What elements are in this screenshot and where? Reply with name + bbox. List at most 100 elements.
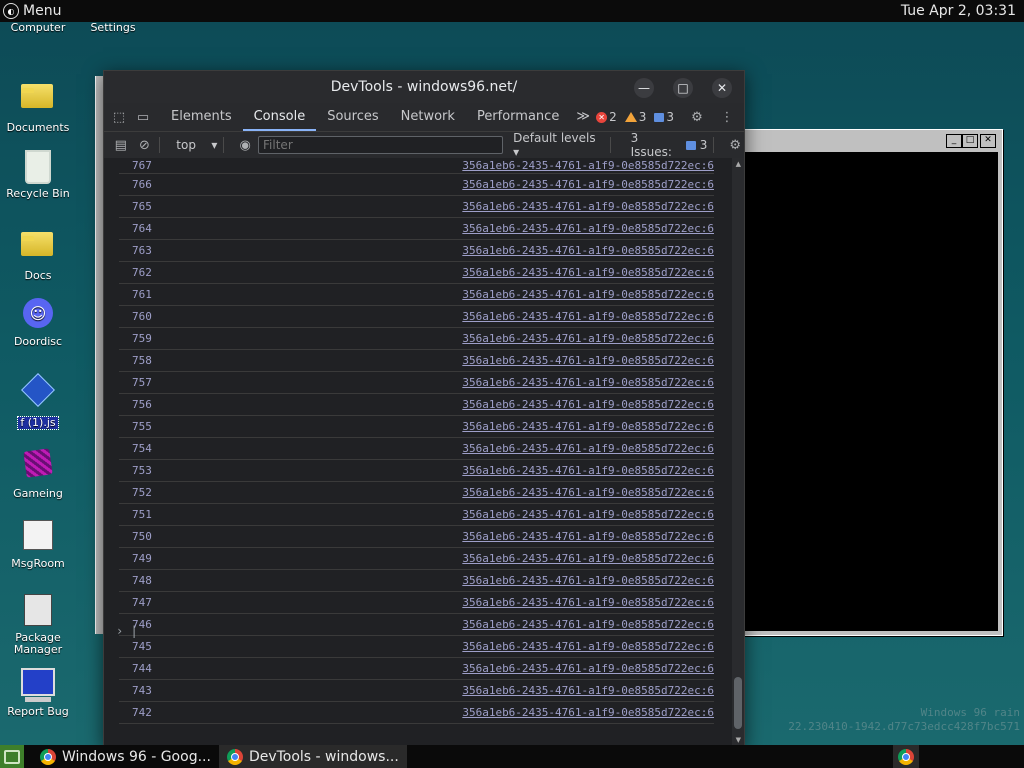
close-button[interactable]: ✕ bbox=[712, 78, 732, 98]
source-link[interactable]: 356a1eb6-2435-4761-a1f9-0e8585d722ec:6 bbox=[462, 354, 714, 367]
tray-chrome-icon[interactable] bbox=[893, 745, 919, 768]
settings-gear-icon[interactable]: ⚙ bbox=[688, 108, 706, 126]
console-scrollbar[interactable]: ▲ ▼ bbox=[732, 158, 744, 746]
warnings-badge[interactable]: 3 bbox=[624, 110, 647, 124]
minimize-icon[interactable]: _ bbox=[946, 134, 962, 148]
js-file-icon bbox=[21, 373, 55, 412]
desktop-icon-gameing[interactable]: Gameing bbox=[0, 446, 76, 500]
menu-label: Menu bbox=[23, 3, 62, 19]
close-icon[interactable]: ✕ bbox=[980, 134, 996, 148]
log-message: 753 bbox=[132, 464, 152, 477]
desktop-icon-js-file[interactable]: f (1).js bbox=[0, 372, 76, 430]
background-window-titlebar[interactable]: _ □ ✕ bbox=[736, 130, 1002, 152]
issues-button[interactable]: 3 Issues: 3 bbox=[631, 131, 708, 159]
tab-elements[interactable]: Elements bbox=[160, 103, 243, 131]
console-prompt[interactable]: › | bbox=[116, 624, 138, 638]
desktop-icon-docs[interactable]: Docs bbox=[0, 224, 76, 282]
console-log-row: 746 356a1eb6-2435-4761-a1f9-0e8585d722ec:… bbox=[119, 614, 714, 636]
source-link[interactable]: 356a1eb6-2435-4761-a1f9-0e8585d722ec:6 bbox=[462, 640, 714, 653]
device-toolbar-icon[interactable]: ▭ bbox=[134, 108, 152, 126]
scrollbar-thumb[interactable] bbox=[734, 677, 742, 729]
scroll-down-arrow-icon[interactable]: ▼ bbox=[736, 736, 741, 744]
tab-sources[interactable]: Sources bbox=[316, 103, 389, 131]
source-link[interactable]: 356a1eb6-2435-4761-a1f9-0e8585d722ec:6 bbox=[462, 420, 714, 433]
more-options-icon[interactable]: ⋮ bbox=[718, 108, 736, 126]
sidebar-toggle-icon[interactable]: ▤ bbox=[112, 136, 130, 154]
maximize-button[interactable]: □ bbox=[673, 78, 693, 98]
source-link[interactable]: 356a1eb6-2435-4761-a1f9-0e8585d722ec:6 bbox=[462, 159, 714, 172]
source-link[interactable]: 356a1eb6-2435-4761-a1f9-0e8585d722ec:6 bbox=[462, 706, 714, 719]
live-expression-eye-icon[interactable]: ◉ bbox=[236, 136, 254, 154]
source-link[interactable]: 356a1eb6-2435-4761-a1f9-0e8585d722ec:6 bbox=[462, 684, 714, 697]
context-selector[interactable]: top ▾ bbox=[176, 138, 217, 152]
more-tabs-chevron-icon[interactable]: ≫ bbox=[570, 103, 596, 131]
source-link[interactable]: 356a1eb6-2435-4761-a1f9-0e8585d722ec:6 bbox=[462, 618, 714, 631]
source-link[interactable]: 356a1eb6-2435-4761-a1f9-0e8585d722ec:6 bbox=[462, 508, 714, 521]
source-link[interactable]: 356a1eb6-2435-4761-a1f9-0e8585d722ec:6 bbox=[462, 222, 714, 235]
taskbar-item-chrome-windows96[interactable]: Windows 96 - Goog... bbox=[32, 745, 219, 768]
maximize-icon[interactable]: □ bbox=[962, 134, 978, 148]
log-message: 765 bbox=[132, 200, 152, 213]
desktop-icon-settings[interactable]: Settings bbox=[75, 22, 151, 34]
log-message: 759 bbox=[132, 332, 152, 345]
window-title: DevTools - windows96.net/ bbox=[330, 79, 518, 95]
source-link[interactable]: 356a1eb6-2435-4761-a1f9-0e8585d722ec:6 bbox=[462, 530, 714, 543]
source-link[interactable]: 356a1eb6-2435-4761-a1f9-0e8585d722ec:6 bbox=[462, 662, 714, 675]
info-badge[interactable]: 3 bbox=[654, 110, 674, 124]
package-icon bbox=[21, 594, 55, 628]
clock: Tue Apr 2, 03:31 bbox=[900, 3, 1016, 19]
source-link[interactable]: 356a1eb6-2435-4761-a1f9-0e8585d722ec:6 bbox=[462, 200, 714, 213]
log-levels-dropdown[interactable]: Default levels ▾ bbox=[513, 131, 603, 159]
source-link[interactable]: 356a1eb6-2435-4761-a1f9-0e8585d722ec:6 bbox=[462, 376, 714, 389]
source-link[interactable]: 356a1eb6-2435-4761-a1f9-0e8585d722ec:6 bbox=[462, 310, 714, 323]
devtools-titlebar[interactable]: DevTools - windows96.net/ — □ ✕ bbox=[104, 71, 744, 103]
terminal-area[interactable] bbox=[742, 152, 998, 631]
source-link[interactable]: 356a1eb6-2435-4761-a1f9-0e8585d722ec:6 bbox=[462, 332, 714, 345]
inspect-element-icon[interactable]: ⬚ bbox=[110, 108, 128, 126]
source-link[interactable]: 356a1eb6-2435-4761-a1f9-0e8585d722ec:6 bbox=[462, 464, 714, 477]
console-toolbar: ▤ ⊘ top ▾ ◉ Default levels ▾ 3 Issues: 3… bbox=[104, 131, 744, 159]
source-link[interactable]: 356a1eb6-2435-4761-a1f9-0e8585d722ec:6 bbox=[462, 486, 714, 499]
toolbar-divider bbox=[223, 137, 225, 153]
log-message: 763 bbox=[132, 244, 152, 257]
source-link[interactable]: 356a1eb6-2435-4761-a1f9-0e8585d722ec:6 bbox=[462, 398, 714, 411]
menu-button[interactable]: ◐ Menu bbox=[0, 3, 61, 19]
filter-input[interactable] bbox=[258, 136, 504, 154]
desktop-icon-report-bug[interactable]: Report Bug bbox=[0, 668, 76, 718]
console-log-row: 758 356a1eb6-2435-4761-a1f9-0e8585d722ec:… bbox=[119, 350, 714, 372]
console-output[interactable]: 767 356a1eb6-2435-4761-a1f9-0e8585d722ec:… bbox=[104, 158, 732, 746]
warnings-count: 3 bbox=[638, 110, 647, 124]
scroll-up-arrow-icon[interactable]: ▲ bbox=[736, 160, 741, 168]
source-link[interactable]: 356a1eb6-2435-4761-a1f9-0e8585d722ec:6 bbox=[462, 288, 714, 301]
console-log-row: 764 356a1eb6-2435-4761-a1f9-0e8585d722ec:… bbox=[119, 218, 714, 240]
taskbar-item-devtools[interactable]: DevTools - windows... bbox=[218, 745, 407, 768]
tab-network[interactable]: Network bbox=[390, 103, 466, 131]
console-settings-gear-icon[interactable]: ⚙ bbox=[726, 136, 744, 154]
source-link[interactable]: 356a1eb6-2435-4761-a1f9-0e8585d722ec:6 bbox=[462, 244, 714, 257]
source-link[interactable]: 356a1eb6-2435-4761-a1f9-0e8585d722ec:6 bbox=[462, 596, 714, 609]
clear-console-icon[interactable]: ⊘ bbox=[136, 136, 154, 154]
background-window-console[interactable]: _ □ ✕ bbox=[735, 129, 1003, 636]
start-button[interactable] bbox=[0, 745, 24, 768]
watermark-line-1: Windows 96 rain bbox=[920, 706, 1020, 719]
desktop-icon-documents[interactable]: Documents bbox=[0, 76, 76, 134]
desktop-icon-doordisc[interactable]: ☺ Doordisc bbox=[0, 298, 76, 348]
source-link[interactable]: 356a1eb6-2435-4761-a1f9-0e8585d722ec:6 bbox=[462, 552, 714, 565]
errors-badge[interactable]: ✕ 2 bbox=[596, 110, 617, 124]
source-link[interactable]: 356a1eb6-2435-4761-a1f9-0e8585d722ec:6 bbox=[462, 266, 714, 279]
warning-icon bbox=[624, 112, 637, 122]
source-link[interactable]: 356a1eb6-2435-4761-a1f9-0e8585d722ec:6 bbox=[462, 178, 714, 191]
source-link[interactable]: 356a1eb6-2435-4761-a1f9-0e8585d722ec:6 bbox=[462, 574, 714, 587]
source-link[interactable]: 356a1eb6-2435-4761-a1f9-0e8585d722ec:6 bbox=[462, 442, 714, 455]
minimize-button[interactable]: — bbox=[634, 78, 654, 98]
desktop-icon-package-manager[interactable]: Package Manager bbox=[0, 594, 76, 656]
console-log-row: 756 356a1eb6-2435-4761-a1f9-0e8585d722ec:… bbox=[119, 394, 714, 416]
desktop-icon-msgroom[interactable]: MsgRoom bbox=[0, 520, 76, 570]
build-watermark: Windows 96 rain 22.230410-1942.d77c73edc… bbox=[788, 706, 1020, 734]
message-icon bbox=[686, 140, 696, 150]
desktop-icon-recycle-bin[interactable]: Recycle Bin bbox=[0, 150, 76, 200]
tab-performance[interactable]: Performance bbox=[466, 103, 570, 131]
tab-console[interactable]: Console bbox=[242, 103, 317, 131]
icon-label: f (1).js bbox=[17, 416, 59, 430]
desktop-icon-computer[interactable]: Computer bbox=[0, 22, 76, 34]
